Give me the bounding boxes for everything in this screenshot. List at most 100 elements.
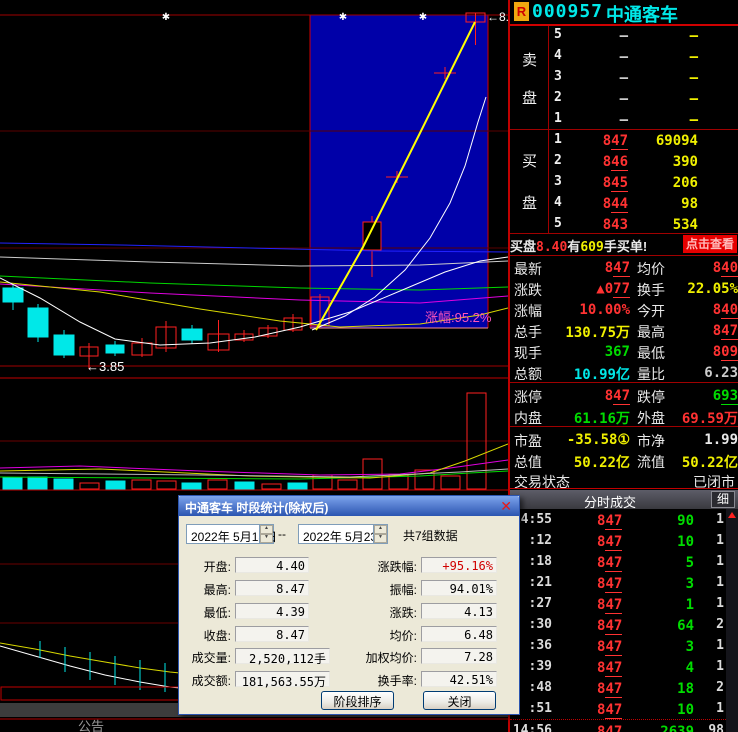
tape-list: 14:55 847 90 1:12 847 10 1:18 847 5 1:21 847 3 1:27 8… <box>510 509 726 732</box>
stat-label: 总额 <box>514 366 542 382</box>
price-value: 1.99 <box>704 432 738 448</box>
price-value: 840 <box>712 260 738 277</box>
stat-value: -35.58① <box>550 431 630 448</box>
tape-price: 847 <box>597 701 623 719</box>
close-icon[interactable]: ✕ <box>500 498 512 514</box>
price-value: 367 <box>604 344 630 360</box>
orderbook-volume: — <box>628 90 698 107</box>
field-value: 4.40 <box>235 557 309 573</box>
tape-row[interactable]: 14:55 847 90 1 <box>510 509 726 530</box>
orderbook-row[interactable]: 2 — — <box>510 88 738 109</box>
date-to-field[interactable]: 2022年 5月23日 ▲ ▼ <box>298 524 389 544</box>
volume-value: 2639 <box>660 724 694 732</box>
notice-part: 609 <box>580 240 604 255</box>
tape-volume: 10 <box>628 701 694 718</box>
volume-value: — <box>689 28 698 44</box>
stat-value: 50.22亿 <box>662 452 738 472</box>
volume-bar <box>53 478 74 490</box>
orderbook-row[interactable]: 1 — — <box>510 109 738 130</box>
tape-count: 98 <box>708 723 724 732</box>
volume-value: 3 <box>685 576 694 592</box>
volume-value: 10 <box>677 702 694 718</box>
field-label: 最低: <box>203 606 231 620</box>
spin-up-icon[interactable]: ▲ <box>374 525 387 534</box>
field-value: 4.39 <box>235 603 309 619</box>
tape-row[interactable]: :18 847 5 1 <box>510 551 726 572</box>
date-to-spinner[interactable]: ▲ ▼ <box>373 525 387 543</box>
orderbook-row[interactable]: 5 — — <box>510 25 738 46</box>
tape-row[interactable]: :12 847 10 1 <box>510 530 726 551</box>
orderbook-row[interactable]: 5 843 534 <box>510 214 738 235</box>
volume-bar <box>131 479 152 490</box>
tape-row[interactable]: :39 847 4 1 <box>510 656 726 677</box>
price-value: 845 <box>602 175 628 192</box>
stat-row: 涨跌 ▲077 换手 22.05% <box>510 277 738 298</box>
orderbook-volume: 69094 <box>628 132 698 149</box>
price-value: — <box>619 28 628 44</box>
stat-label: 市净 <box>637 433 665 449</box>
date-range-separator: -- <box>278 527 286 541</box>
field-value: 4.13 <box>421 603 497 619</box>
volume-bar <box>2 477 23 490</box>
tape-volume: 3 <box>628 638 694 655</box>
field-value: 8.47 <box>235 626 309 642</box>
spin-down-icon[interactable]: ▼ <box>260 534 273 543</box>
field-value: 8.47 <box>235 580 309 596</box>
price-value: — <box>619 70 628 86</box>
orderbook-row[interactable]: 4 — — <box>510 46 738 67</box>
stat-label: 涨跌 <box>514 282 542 298</box>
tape-row[interactable]: :48 847 18 2 <box>510 677 726 698</box>
tape-price: 847 <box>597 723 623 732</box>
candle-body <box>2 287 24 303</box>
big-order-notice: 买盘8.40有609手买单! 点击查看 <box>510 234 738 255</box>
orderbook-row[interactable]: 3 845 206 <box>510 172 738 193</box>
volume-bar <box>207 479 228 490</box>
scroll-up-icon[interactable] <box>728 512 736 518</box>
orderbook-level: 4 <box>554 48 562 63</box>
volume-value: 98 <box>681 196 698 212</box>
quote-stats-main: 最新 847 均价 840 涨跌 ▲077 换手 22.05% 涨幅 10.00% 今开 840 总手 1… <box>510 256 738 383</box>
view-big-orders-button[interactable]: 点击查看 <box>683 235 737 253</box>
tape-row[interactable]: :51 847 10 1 <box>510 698 726 719</box>
tape-detail-button[interactable]: 细 <box>711 491 735 508</box>
date-from-field[interactable]: 2022年 5月13日 ▲ ▼ <box>186 524 277 544</box>
orderbook-row[interactable]: 2 846 390 <box>510 151 738 172</box>
orderbook-row[interactable]: 1 847 69094 <box>510 130 738 151</box>
volume-value: 4 <box>685 660 694 676</box>
date-from-spinner[interactable]: ▲ ▼ <box>259 525 273 543</box>
spin-down-icon[interactable]: ▼ <box>374 534 387 543</box>
tape-scrollbar[interactable] <box>726 509 738 732</box>
price-value: 847 <box>597 597 623 614</box>
dialog-title: 中通客车 时段统计(除权后) <box>185 501 329 515</box>
price-value: — <box>619 91 628 107</box>
tape-row[interactable]: :27 847 1 1 <box>510 593 726 614</box>
trading-terminal: ✱✱✱←3.85←8.47涨幅:95.2%公告 R 000957 中通客车 卖 … <box>0 0 738 732</box>
period-sort-button[interactable]: 阶段排序 <box>321 691 394 710</box>
tape-row[interactable]: 14:56 847 2639 98 <box>510 719 726 732</box>
tape-row[interactable]: :30 847 64 2 <box>510 614 726 635</box>
stat-row: 内盘 61.16万 外盘 69.59万 <box>510 405 738 428</box>
selection-gain-label: 涨幅:95.2% <box>425 310 492 325</box>
stat-row: 总手 130.75万 最高 847 <box>510 319 738 341</box>
close-button[interactable]: 关闭 <box>423 691 496 710</box>
volume-value: 10 <box>677 534 694 550</box>
dialog-titlebar[interactable]: 中通客车 时段统计(除权后) ✕ <box>179 496 519 516</box>
orderbook-row[interactable]: 3 — — <box>510 67 738 88</box>
candle-body <box>362 221 382 251</box>
field-label: 开盘: <box>203 560 231 574</box>
tape-row[interactable]: :21 847 3 1 <box>510 572 726 593</box>
volume-value: 69094 <box>655 133 698 149</box>
price-value: 809 <box>712 344 738 361</box>
spin-up-icon[interactable]: ▲ <box>260 525 273 534</box>
volume-bar <box>287 482 308 490</box>
stat-label: 最新 <box>514 261 542 277</box>
tape-volume: 90 <box>628 512 694 529</box>
tape-row[interactable]: :36 847 3 1 <box>510 635 726 656</box>
price-value: 847 <box>597 702 623 719</box>
orderbook-row[interactable]: 4 844 98 <box>510 193 738 214</box>
field-label: 均价: <box>389 629 417 643</box>
stat-value: 61.16万 <box>550 408 630 428</box>
orderbook-volume: 98 <box>628 195 698 212</box>
price-value: 61.16万 <box>573 411 630 427</box>
field-value: 42.51% <box>421 671 497 687</box>
